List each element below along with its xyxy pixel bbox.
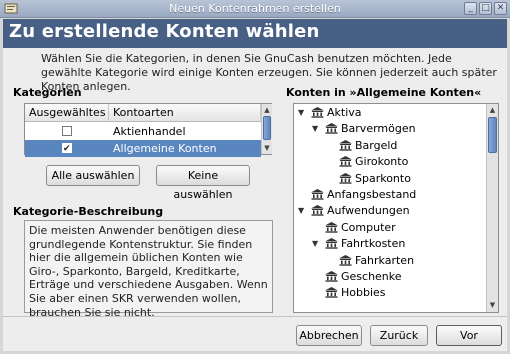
back-button[interactable]: Zurück bbox=[370, 325, 428, 346]
scroll-down-icon[interactable]: ▼ bbox=[487, 299, 498, 311]
account-icon bbox=[339, 254, 352, 266]
description-label: Kategorie-Beschreibung bbox=[13, 205, 164, 218]
cancel-button[interactable]: Abbrechen bbox=[296, 325, 362, 346]
tree-row[interactable]: ▼ Aktiva bbox=[294, 105, 484, 121]
expander-icon[interactable]: ▼ bbox=[312, 236, 318, 252]
page-title: Zu erstellende Konten wählen bbox=[9, 21, 320, 42]
account-label: Bargeld bbox=[355, 138, 398, 152]
account-label: Sparkonto bbox=[355, 171, 411, 185]
account-icon bbox=[311, 205, 324, 217]
page-banner: Zu erstellende Konten wählen bbox=[3, 19, 507, 48]
account-icon bbox=[339, 156, 352, 167]
account-icon bbox=[325, 287, 338, 299]
account-icon bbox=[339, 172, 352, 184]
account-label: Aktiva bbox=[327, 106, 362, 119]
description-text: Die meisten Anwender benötigen diese gru… bbox=[24, 220, 273, 319]
tree-row[interactable]: Computer bbox=[294, 220, 484, 236]
category-label: Aktienhandel bbox=[113, 125, 186, 138]
column-header-types[interactable]: Kontoarten bbox=[109, 104, 261, 122]
accounts-scrollbar[interactable]: ▲ ▼ bbox=[486, 104, 498, 312]
tree-row[interactable]: Hobbies bbox=[294, 285, 484, 301]
expander-icon[interactable]: ▼ bbox=[298, 203, 304, 219]
assistant-page: Wählen Sie die Kategorien, in denen Sie … bbox=[3, 48, 507, 351]
scroll-thumb[interactable] bbox=[488, 117, 497, 153]
account-label: Girokonto bbox=[355, 155, 409, 169]
account-label: Barvermögen bbox=[341, 122, 416, 136]
tree-row[interactable]: Bargeld bbox=[294, 138, 484, 154]
account-icon bbox=[325, 238, 338, 249]
account-label: Geschenke bbox=[341, 270, 402, 283]
tree-row[interactable]: Anfangsbestand bbox=[294, 187, 484, 203]
categories-scrollbar[interactable]: ▲ ▼ bbox=[261, 104, 272, 154]
close-icon[interactable]: ✕ bbox=[494, 2, 507, 15]
tree-row[interactable]: Fahrkarten bbox=[294, 253, 484, 269]
account-label: Hobbies bbox=[341, 286, 386, 300]
account-icon bbox=[311, 189, 324, 200]
select-all-button[interactable]: Alle auswählen bbox=[46, 165, 140, 186]
scroll-down-icon[interactable]: ▼ bbox=[262, 142, 272, 154]
categories-label: Kategorien bbox=[13, 86, 82, 99]
scroll-thumb[interactable] bbox=[263, 116, 271, 140]
category-checkbox[interactable] bbox=[62, 141, 72, 158]
window-titlebar: Neuen Kontenrahmen erstellen _ □ ✕ bbox=[0, 0, 510, 18]
minimize-icon[interactable]: _ bbox=[464, 2, 477, 15]
button-separator bbox=[3, 316, 507, 317]
account-label: Fahrkarten bbox=[355, 253, 415, 267]
maximize-icon[interactable]: □ bbox=[479, 2, 492, 15]
expander-icon[interactable]: ▼ bbox=[298, 105, 304, 121]
column-header-selected[interactable]: Ausgewähltes bbox=[25, 104, 109, 122]
scroll-up-icon[interactable]: ▲ bbox=[487, 104, 498, 116]
accounts-label: Konten in »Allgemeine Konten« bbox=[286, 86, 482, 99]
select-none-button[interactable]: Keine auswählen bbox=[156, 165, 250, 201]
tree-row[interactable]: ▼ Fahrtkosten bbox=[294, 236, 484, 252]
category-label: Allgemeine Konten bbox=[113, 142, 217, 155]
category-checkbox[interactable] bbox=[62, 126, 72, 136]
window-title: Neuen Kontenrahmen erstellen bbox=[169, 2, 341, 15]
scroll-up-icon[interactable]: ▲ bbox=[262, 104, 272, 116]
tree-row[interactable]: Geschenke bbox=[294, 269, 484, 285]
tree-row[interactable]: Girokonto bbox=[294, 154, 484, 170]
account-icon bbox=[339, 139, 352, 151]
tree-row[interactable]: Sparkonto bbox=[294, 171, 484, 187]
accounts-tree[interactable]: ▼ Aktiva ▼ Barvermögen Bargeld Girokonto Spark… bbox=[293, 103, 499, 313]
categories-list[interactable]: Ausgewähltes Kontoarten Aktienhandel All… bbox=[24, 103, 272, 158]
tree-row[interactable]: ▼ Aufwendungen bbox=[294, 203, 484, 219]
expander-icon[interactable]: ▼ bbox=[312, 121, 318, 137]
forward-button[interactable]: Vor bbox=[436, 325, 502, 346]
account-label: Computer bbox=[341, 220, 396, 234]
account-label: Anfangsbestand bbox=[327, 188, 417, 201]
account-icon bbox=[311, 107, 324, 118]
account-label: Fahrtkosten bbox=[341, 237, 406, 251]
category-row[interactable]: Aktienhandel bbox=[25, 123, 261, 140]
category-row[interactable]: Allgemeine Konten bbox=[25, 140, 261, 158]
account-icon bbox=[325, 221, 338, 233]
tree-row[interactable]: ▼ Barvermögen bbox=[294, 121, 484, 137]
account-icon bbox=[325, 123, 338, 135]
account-icon bbox=[325, 271, 338, 282]
account-label: Aufwendungen bbox=[327, 204, 410, 218]
